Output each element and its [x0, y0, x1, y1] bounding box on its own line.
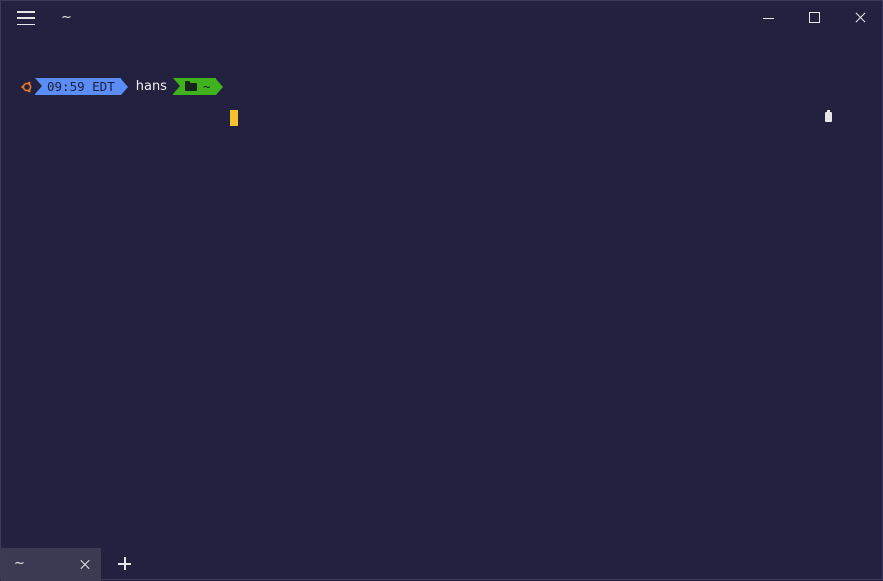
- minimize-button[interactable]: [745, 1, 791, 35]
- terminal-window: ~ 09:59 EDT hans ~ ~: [0, 0, 883, 581]
- folder-open-icon: [184, 80, 197, 91]
- shell-prompt: 09:59 EDT hans ~: [19, 78, 224, 95]
- path-segment: ~: [172, 78, 217, 95]
- close-tab-icon[interactable]: [77, 556, 93, 572]
- title-bar[interactable]: ~: [1, 1, 882, 35]
- user-segment: hans: [135, 79, 167, 94]
- powerline-separator-icon: [216, 78, 224, 95]
- tab-label: ~: [14, 556, 25, 571]
- ubuntu-icon: [19, 78, 35, 95]
- maximize-button[interactable]: [791, 1, 837, 35]
- window-title: ~: [61, 10, 72, 25]
- text-cursor[interactable]: [230, 110, 238, 126]
- powerline-separator-icon: [120, 78, 128, 95]
- menu-icon[interactable]: [17, 11, 35, 25]
- path-text: ~: [202, 79, 211, 94]
- battery-charging-icon: [825, 110, 832, 122]
- close-button[interactable]: [837, 1, 883, 35]
- new-tab-button[interactable]: [117, 556, 133, 572]
- tab-home[interactable]: ~: [1, 548, 101, 581]
- time-segment: 09:59 EDT: [35, 78, 121, 95]
